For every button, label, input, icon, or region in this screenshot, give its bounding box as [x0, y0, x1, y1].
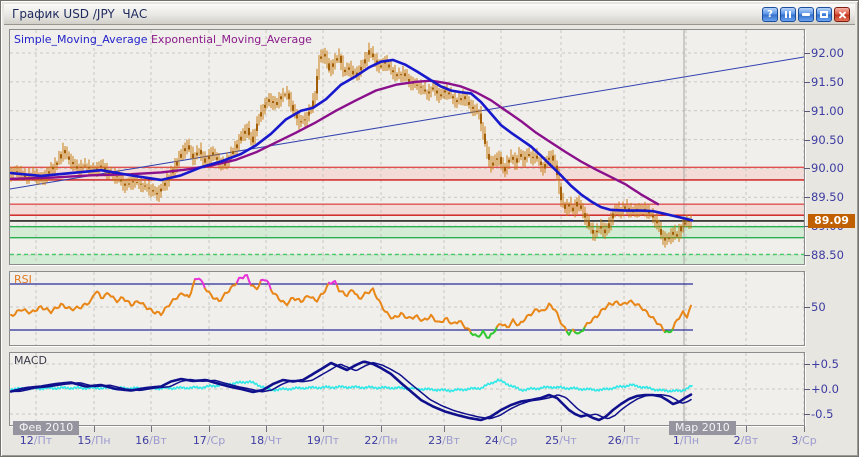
sma-legend-label: Simple_Moving_Average	[14, 33, 148, 46]
macd-axis-label-tick	[804, 389, 810, 390]
price-axis-label-tick	[804, 53, 810, 54]
help-button[interactable]: ?	[762, 7, 778, 22]
indicator-legend: Simple_Moving_Average Exponential_Moving…	[14, 33, 312, 46]
macd-panel[interactable]	[9, 352, 805, 426]
window-buttons: ?	[762, 7, 850, 22]
date-axis-label: 1/Пн	[672, 434, 700, 447]
date-tick	[501, 426, 502, 432]
date-tick	[624, 426, 625, 432]
macd-axis-label-tick	[804, 364, 810, 365]
price-axis-label: 91.50	[811, 75, 844, 89]
price-axis-label-tick	[804, 140, 810, 141]
date-axis-label: 16/Вт	[135, 434, 167, 447]
price-axis-label: 90.50	[811, 133, 844, 147]
macd-label: MACD	[14, 354, 47, 367]
month-badge: Фев 2010	[13, 421, 80, 435]
date-axis-label: 25/Чт	[545, 434, 577, 447]
rsi-label: RSI	[14, 273, 32, 286]
date-tick	[804, 426, 805, 432]
date-axis-label: 24/Ср	[484, 434, 518, 447]
date-axis-label: 12/Пт	[19, 434, 53, 447]
macd-chart-canvas[interactable]	[10, 353, 804, 425]
date-tick	[381, 426, 382, 432]
maximize-button[interactable]	[816, 7, 832, 22]
current-price-badge: 89.09	[808, 214, 855, 228]
chart-window: График USD /JPY ЧАС ? Simple_Moving_Aver…	[0, 0, 859, 457]
date-axis-label: 17/Ср	[192, 434, 226, 447]
window-title: График USD /JPY ЧАС	[12, 7, 148, 21]
date-tick	[746, 426, 747, 432]
price-axis-label: 89.50	[811, 190, 844, 204]
macd-axis-label: +0.5	[811, 357, 839, 371]
macd-axis-label: +0.0	[811, 382, 839, 396]
price-chart-canvas[interactable]	[10, 30, 804, 264]
date-tick	[151, 426, 152, 432]
price-axis-label-tick	[804, 197, 810, 198]
price-axis-label-tick	[804, 168, 810, 169]
date-tick	[209, 426, 210, 432]
date-axis-label: 18/Чт	[250, 434, 282, 447]
date-tick	[266, 426, 267, 432]
price-axis-label: 88.50	[811, 248, 844, 262]
price-axis-label: 91.00	[811, 104, 844, 118]
ema-legend-label: Exponential_Moving_Average	[150, 33, 312, 46]
date-tick	[444, 426, 445, 432]
rsi-axis-label-tick	[804, 307, 810, 308]
price-axis-label-tick	[804, 111, 810, 112]
rsi-panel[interactable]	[9, 271, 805, 346]
date-tick	[561, 426, 562, 432]
macd-axis-label: -0.5	[811, 407, 834, 421]
date-tick	[323, 426, 324, 432]
titlebar[interactable]: График USD /JPY ЧАС ?	[4, 4, 855, 25]
pause-button[interactable]	[780, 7, 796, 22]
date-axis-label: 23/Вт	[428, 434, 460, 447]
price-axis-label: 90.00	[811, 161, 844, 175]
month-badge: Мар 2010	[669, 421, 736, 435]
macd-axis-label-tick	[804, 414, 810, 415]
price-axis-label-tick	[804, 82, 810, 83]
date-axis-label: 22/Пн	[364, 434, 398, 447]
price-chart-panel[interactable]	[9, 29, 805, 265]
date-axis-label: 26/Пт	[607, 434, 641, 447]
date-axis-label: 2/Вт	[733, 434, 759, 447]
price-axis-label: 92.00	[811, 46, 844, 60]
close-button[interactable]	[834, 7, 850, 22]
date-axis-label: 15/Пн	[77, 434, 111, 447]
rsi-axis-label: 50	[811, 300, 826, 314]
minimize-button[interactable]	[798, 7, 814, 22]
date-axis-label: 3/Ср	[791, 434, 817, 447]
date-tick	[94, 426, 95, 432]
price-axis-label-tick	[804, 255, 810, 256]
date-axis-label: 19/Пт	[306, 434, 340, 447]
rsi-chart-canvas[interactable]	[10, 272, 804, 345]
